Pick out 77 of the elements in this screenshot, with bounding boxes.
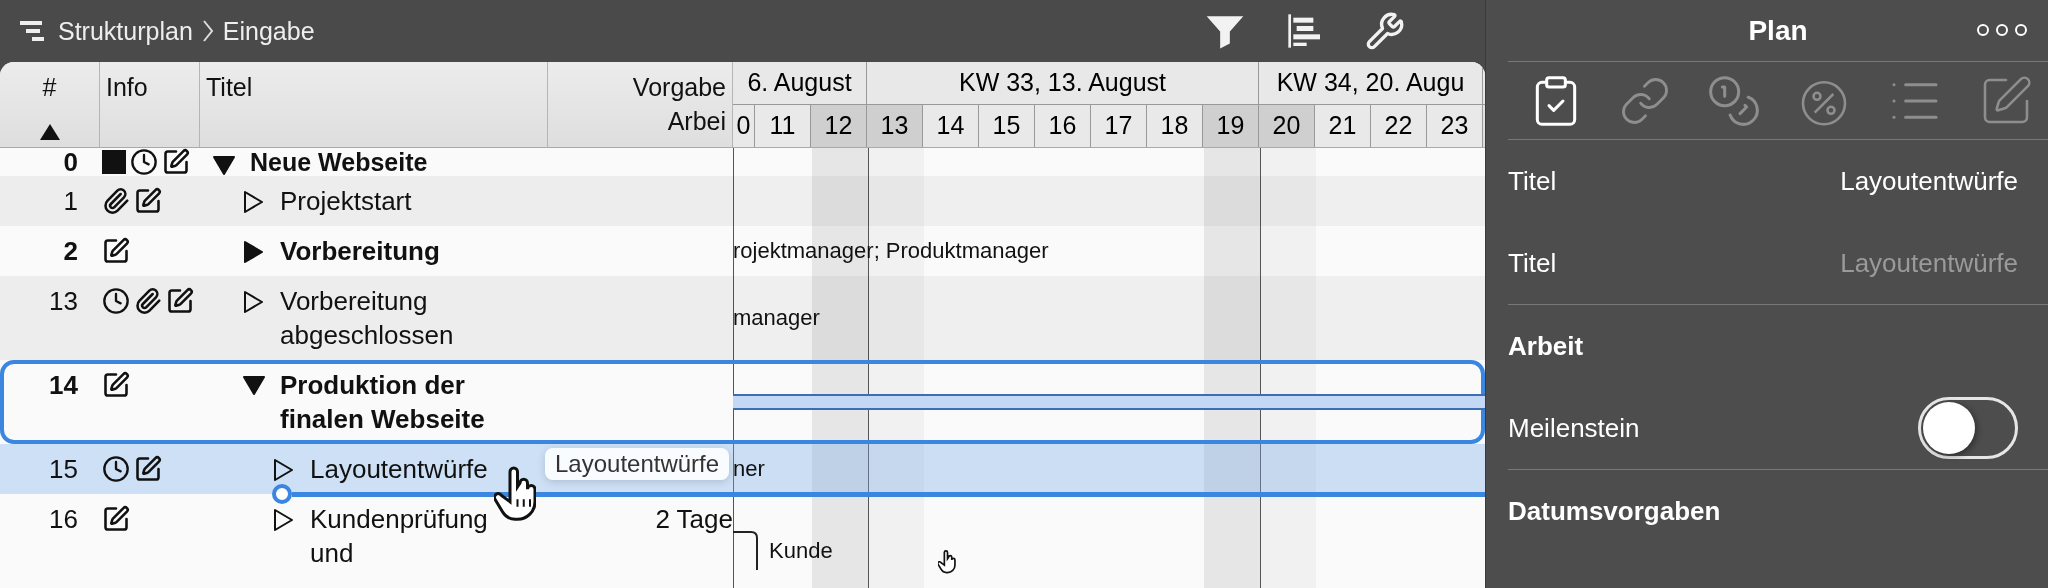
breadcrumb-link[interactable]: Strukturplan xyxy=(58,16,193,46)
day-header: 12 xyxy=(811,104,867,147)
day-header: 16 xyxy=(1035,104,1091,147)
day-header: 11 xyxy=(755,104,811,147)
chevron-icon xyxy=(200,18,215,44)
field-label: Titel xyxy=(1508,165,1557,197)
drag-preview: Layoutentwürfe xyxy=(545,448,730,480)
collapsed-triangle-icon[interactable] xyxy=(242,240,266,264)
section-heading: Arbeit xyxy=(1508,329,1585,363)
note-icon xyxy=(102,237,130,265)
note-icon xyxy=(102,371,130,399)
day-header: 13 xyxy=(867,104,923,147)
day-header: 14 xyxy=(923,104,979,147)
clock-icon xyxy=(102,455,130,483)
breadcrumb-link[interactable]: Eingabe xyxy=(222,16,315,46)
title-field[interactable]: Layoutentwürfe xyxy=(1718,165,2018,197)
day-header: 21 xyxy=(1315,104,1371,147)
column-header[interactable]: Titel xyxy=(200,62,548,147)
wrench-icon[interactable] xyxy=(1365,11,1405,51)
day-header: 17 xyxy=(1091,104,1147,147)
note-icon xyxy=(166,287,194,315)
task-title: Vorbereitung xyxy=(280,235,440,268)
milestone-switch[interactable] xyxy=(1918,397,2018,459)
row-number: 1 xyxy=(63,185,78,218)
resource-label: manager xyxy=(733,305,820,331)
row-number: 15 xyxy=(49,453,78,486)
row-number: 2 xyxy=(63,235,78,268)
task-title: Projektstart xyxy=(280,185,412,218)
resource-label: ner xyxy=(733,456,765,482)
row-number: 14 xyxy=(49,369,78,402)
week-header: KW 34, 20. Augu xyxy=(1259,62,1483,104)
day-header: 19 xyxy=(1203,104,1259,147)
field-label: Titel xyxy=(1508,247,1557,279)
paperclip-icon xyxy=(134,287,162,315)
task-title: Kundenprüfung und xyxy=(310,503,489,570)
more-icon[interactable] xyxy=(1976,22,2028,38)
column-header[interactable]: Info xyxy=(100,62,200,147)
section-heading: Datumsvorgaben xyxy=(1508,494,1722,528)
work-value: 2 Tage xyxy=(655,503,733,536)
note-icon xyxy=(134,187,162,215)
task-title: Vorbereitung abgeschlossen xyxy=(280,285,455,352)
title-field[interactable]: Layoutentwürfe xyxy=(1718,247,2018,279)
day-header: 0 xyxy=(733,104,755,147)
task-title: Layoutentwürfe xyxy=(310,453,488,486)
task-title: Neue Webseite xyxy=(250,148,428,176)
clock-icon xyxy=(130,148,158,176)
sort-arrow-icon[interactable] xyxy=(38,123,61,141)
note-icon xyxy=(162,148,190,176)
block-icon xyxy=(102,150,126,174)
resource-label: Kunde xyxy=(769,538,833,564)
hand-cursor-icon xyxy=(494,466,536,522)
toggle-label: Meilenstein xyxy=(1508,412,1640,444)
day-header: 20 xyxy=(1259,104,1315,147)
note-icon xyxy=(134,455,162,483)
week-header: 6. August xyxy=(733,62,867,104)
connector-line xyxy=(733,530,759,570)
day-header: 23 xyxy=(1427,104,1483,147)
week-header: KW 33, 13. August xyxy=(867,62,1259,104)
day-header: 18 xyxy=(1147,104,1203,147)
column-header[interactable]: # xyxy=(0,62,100,147)
day-header: 15 xyxy=(979,104,1035,147)
panel-title: Plan xyxy=(1748,14,1808,47)
task-title: Produktion der finalen Webseite xyxy=(280,369,486,436)
row-number: 0 xyxy=(63,148,78,176)
collapsed-triangle-icon[interactable] xyxy=(242,290,266,314)
row-number: 13 xyxy=(49,285,78,318)
row-number: 16 xyxy=(49,503,78,536)
collapsed-triangle-icon[interactable] xyxy=(272,508,296,532)
collapsed-triangle-icon[interactable] xyxy=(272,458,296,482)
expanded-triangle-icon[interactable] xyxy=(242,374,266,398)
note-icon xyxy=(102,505,130,533)
collapsed-triangle-icon[interactable] xyxy=(242,190,266,214)
expanded-triangle-icon[interactable] xyxy=(212,154,236,178)
clock-icon xyxy=(102,287,130,315)
day-header: 22 xyxy=(1371,104,1427,147)
paperclip-icon xyxy=(102,187,130,215)
hand-cursor-icon xyxy=(938,550,956,574)
